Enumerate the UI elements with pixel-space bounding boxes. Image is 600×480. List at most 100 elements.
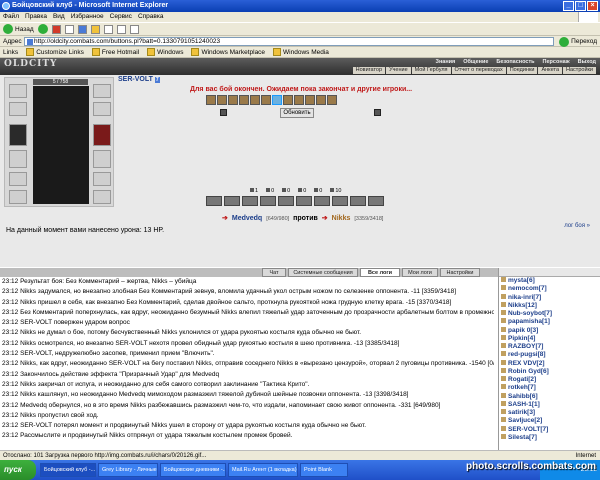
task-button[interactable]: Grey Library - Личные об...	[98, 463, 158, 477]
action-icon-6[interactable]	[261, 95, 271, 105]
tab-settings[interactable]: Настройки	[440, 268, 480, 277]
menu-favorites[interactable]: Избранное	[71, 12, 104, 22]
nav-fights[interactable]: Поединки	[506, 67, 538, 74]
slot-leggings[interactable]	[93, 172, 111, 186]
roster-item[interactable]: Silesta[7]	[499, 433, 600, 442]
nav-settings[interactable]: Настройки	[563, 67, 596, 74]
history-icon[interactable]	[103, 24, 113, 34]
roster-item[interactable]: nemocom[7]	[499, 285, 600, 293]
home-icon[interactable]	[77, 24, 87, 34]
nav-profile[interactable]: Анкета	[538, 67, 563, 74]
task-button[interactable]: Point Blank	[300, 463, 348, 477]
roster-item[interactable]: nika-inri[7]	[499, 293, 600, 302]
roster-item[interactable]: Pipkin[4]	[499, 334, 600, 343]
slot-extra[interactable]	[93, 190, 111, 204]
maximize-button[interactable]: □	[575, 1, 586, 11]
tab-all-logs[interactable]: Все логи	[360, 268, 400, 277]
action-icon-4[interactable]	[239, 95, 249, 105]
minimize-button[interactable]: _	[563, 1, 574, 11]
refresh-icon[interactable]	[64, 24, 74, 34]
menu-view[interactable]: Вид	[53, 12, 65, 22]
print-icon[interactable]	[129, 24, 139, 34]
tab-chat[interactable]: Чат	[262, 268, 286, 277]
refresh-button[interactable]: Обновить	[280, 108, 314, 118]
link-customize[interactable]: Customize Links	[26, 47, 84, 57]
favorites-icon[interactable]	[90, 24, 100, 34]
slot-earrings[interactable]	[93, 84, 111, 98]
nav-character[interactable]: Персонаж	[543, 59, 570, 65]
roster-item[interactable]: satirik[3]	[499, 409, 600, 417]
roster-item[interactable]: rotkeh[7]	[499, 384, 600, 392]
roster-item[interactable]: SER-VOLT[7]	[499, 425, 600, 434]
fighter1-name[interactable]: Medvedq	[232, 215, 262, 222]
link-media[interactable]: Windows Media	[273, 47, 329, 57]
effect-icon-3[interactable]	[242, 196, 258, 206]
action-icon-8[interactable]	[283, 95, 293, 105]
slot-ring[interactable]	[93, 102, 111, 116]
roster-item[interactable]: Robin Gyd[6]	[499, 367, 600, 376]
roster-item[interactable]: red-pugsi[8]	[499, 351, 600, 359]
start-button[interactable]: пуск	[0, 460, 36, 480]
nav-study[interactable]: Учение	[386, 67, 411, 74]
nav-chat[interactable]: Общение	[463, 59, 488, 65]
effect-icon-6[interactable]	[296, 196, 312, 206]
tab-system[interactable]: Системные сообщения	[288, 268, 358, 277]
effect-icon-8[interactable]	[332, 196, 348, 206]
task-button[interactable]: Бойцовский клуб -...	[40, 463, 96, 477]
nav-exit[interactable]: Выход	[578, 59, 596, 65]
roster-item[interactable]: SASH-1[1]	[499, 400, 600, 409]
action-icon-9[interactable]	[294, 95, 304, 105]
roster-item[interactable]: papamisha[1]	[499, 318, 600, 326]
nav-knowledge[interactable]: Знания	[436, 59, 456, 65]
effect-icon-2[interactable]	[224, 196, 240, 206]
action-icon-1[interactable]	[206, 95, 216, 105]
chat-log[interactable]: 23:12 Результат боя: Без Комментарий – ж…	[0, 277, 494, 450]
action-icon-2[interactable]	[217, 95, 227, 105]
slot-armor[interactable]	[9, 150, 27, 168]
effect-icon-7[interactable]	[314, 196, 330, 206]
nav-navigator[interactable]: Новигатор	[352, 67, 386, 74]
address-input[interactable]: http://oldcity.combats.com/buttons.pl?ba…	[24, 37, 554, 46]
slot-belt[interactable]	[9, 172, 27, 186]
effect-icon-9[interactable]	[350, 196, 366, 206]
action-icon-10[interactable]	[305, 95, 315, 105]
slot-boots[interactable]	[9, 190, 27, 204]
slot-amulet[interactable]	[9, 102, 27, 116]
window-titlebar[interactable]: Бойцовский клуб - Microsoft Internet Exp…	[0, 0, 600, 12]
go-button[interactable]: Переход	[559, 36, 597, 47]
slot-weapon[interactable]	[9, 124, 27, 146]
action-icon-3[interactable]	[228, 95, 238, 105]
nav-security[interactable]: Безопасность	[496, 59, 534, 65]
task-button[interactable]: Бойцовские дневники -...	[160, 463, 226, 477]
effect-icon-10[interactable]	[368, 196, 384, 206]
stop-icon[interactable]	[51, 24, 61, 34]
battle-log-link[interactable]: лог боя »	[564, 223, 590, 229]
menu-edit[interactable]: Правка	[25, 12, 47, 22]
nav-transfers[interactable]: Отчет о переводах	[451, 67, 506, 74]
mail-icon[interactable]	[116, 24, 126, 34]
slot-helmet[interactable]	[9, 84, 27, 98]
roster-item[interactable]: mysta[6]	[499, 277, 600, 285]
link-windows[interactable]: Windows	[147, 47, 183, 57]
roster-item[interactable]: Sahibb[6]	[499, 392, 600, 401]
nav-crest[interactable]: Мой Гербуля	[411, 67, 451, 74]
effect-icon-5[interactable]	[278, 196, 294, 206]
player-name[interactable]: SER-VOLT 7	[118, 76, 160, 83]
roster-item[interactable]: Nikks[12]	[499, 301, 600, 310]
menu-tools[interactable]: Сервис	[110, 12, 132, 22]
effect-icon-4[interactable]	[260, 196, 276, 206]
tab-my-logs[interactable]: Мои логи	[402, 268, 438, 277]
slot-gloves[interactable]	[93, 150, 111, 168]
menu-file[interactable]: Файл	[3, 12, 19, 22]
roster-item[interactable]: RAZBOY[7]	[499, 343, 600, 351]
roster-item[interactable]: REX VDV[2]	[499, 359, 600, 368]
action-icon-5[interactable]	[250, 95, 260, 105]
action-icon-11[interactable]	[316, 95, 326, 105]
action-icon-12[interactable]	[327, 95, 337, 105]
roster-item[interactable]: papik 0[3]	[499, 326, 600, 335]
character-silhouette[interactable]	[33, 86, 89, 204]
link-hotmail[interactable]: Free Hotmail	[92, 47, 139, 57]
close-button[interactable]: ×	[587, 1, 598, 11]
fighter2-name[interactable]: Nikks	[332, 215, 351, 222]
menu-help[interactable]: Справка	[138, 12, 164, 22]
